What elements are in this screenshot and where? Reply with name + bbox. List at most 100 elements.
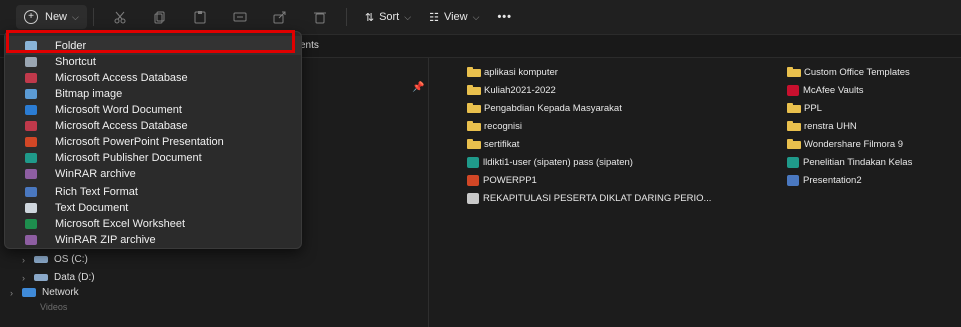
chevron-right-icon: › — [22, 272, 25, 283]
menu-item-label: Microsoft Access Database — [55, 71, 188, 84]
rename-icon[interactable] — [233, 10, 247, 24]
access-icon — [25, 120, 37, 131]
list-item[interactable]: sertifikat — [467, 138, 520, 150]
publisher-icon — [25, 152, 37, 163]
pdf-icon — [467, 193, 479, 204]
list-item[interactable]: McAfee Vaults — [787, 85, 864, 96]
item-label: Penelitian Tindakan Kelas — [803, 157, 913, 168]
list-item[interactable]: Kuliah2021-2022 — [467, 84, 556, 96]
winrar-icon — [25, 168, 37, 179]
menu-item-label: Microsoft Publisher Document — [55, 151, 202, 164]
divider — [345, 8, 347, 26]
menu-item-label: Rich Text Format — [55, 185, 138, 198]
menu-item-label: Microsoft PowerPoint Presentation — [55, 135, 224, 148]
list-item[interactable]: aplikasi komputer — [467, 66, 558, 78]
folder-icon — [787, 102, 801, 113]
item-label: Custom Office Templates — [804, 67, 910, 78]
presentation-icon — [787, 175, 799, 186]
powerpoint-icon — [25, 136, 37, 147]
nav-item-network[interactable]: › Network — [10, 287, 79, 298]
menu-item-label: Microsoft Excel Worksheet — [55, 217, 186, 230]
breadcrumb[interactable]: ents — [300, 40, 319, 51]
menu-item-label: Text Document — [55, 201, 129, 214]
nav-item-label: Network — [42, 287, 79, 298]
menu-item-label: Microsoft Access Database — [55, 119, 188, 132]
folder-icon — [787, 120, 801, 131]
cut-icon[interactable] — [113, 10, 127, 24]
drive-icon — [34, 256, 48, 263]
item-label: lldikti1-user (sipaten) pass (sipaten) — [483, 157, 633, 168]
item-label: sertifikat — [484, 139, 520, 150]
share-icon[interactable] — [273, 10, 287, 24]
nav-item-label: Data (D:) — [54, 272, 95, 283]
menu-item-winrar-archive[interactable]: WinRAR archive — [5, 164, 301, 183]
menu-item-label: Shortcut — [55, 55, 96, 68]
paste-icon[interactable] — [193, 10, 207, 24]
item-label: Presentation2 — [803, 175, 862, 186]
list-item[interactable]: recognisi — [467, 120, 522, 132]
word-icon — [25, 104, 37, 115]
list-item[interactable]: lldikti1-user (sipaten) pass (sipaten) — [467, 157, 633, 168]
list-item[interactable]: Pengabdian Kepada Masyarakat — [467, 102, 622, 114]
publisher-icon — [787, 157, 799, 168]
shortcut-icon — [25, 56, 37, 67]
list-item[interactable]: Presentation2 — [787, 175, 862, 186]
drive-icon — [34, 274, 48, 281]
list-item[interactable]: POWERPP1 — [467, 175, 537, 186]
item-label: renstra UHN — [804, 121, 857, 132]
chevron-right-icon: › — [22, 254, 25, 265]
list-item[interactable]: Wondershare Filmora 9 — [787, 138, 904, 150]
view-button[interactable]: ☷ View ⌵ — [423, 5, 485, 29]
folder-icon — [467, 66, 481, 77]
menu-item-label: WinRAR ZIP archive — [55, 233, 156, 246]
access-icon — [25, 72, 37, 83]
view-label: View — [443, 11, 468, 23]
sort-label: Sort — [379, 11, 400, 23]
menu-item-label: WinRAR archive — [55, 167, 136, 180]
list-item[interactable]: PPL — [787, 102, 822, 114]
nav-item-data-drive[interactable]: › Data (D:) — [22, 272, 95, 283]
chevron-right-icon: › — [10, 287, 13, 298]
text-icon — [25, 202, 37, 213]
item-label: PPL — [804, 103, 822, 114]
item-label: REKAPITULASI PESERTA DIKLAT DARING PERIO… — [483, 193, 712, 204]
chevron-down-icon: ⌵ — [472, 11, 480, 22]
list-item[interactable]: REKAPITULASI PESERTA DIKLAT DARING PERIO… — [467, 193, 711, 204]
network-icon — [22, 288, 36, 297]
sort-button[interactable]: ⇅ Sort ⌵ — [359, 5, 417, 29]
powerpoint-icon — [467, 175, 479, 186]
winrar-zip-icon — [25, 234, 37, 245]
list-item[interactable]: Custom Office Templates — [787, 66, 910, 78]
sort-icon: ⇅ — [364, 11, 375, 24]
menu-item-winrar-zip-archive[interactable]: WinRAR ZIP archive — [5, 230, 301, 248]
nav-item-label: OS (C:) — [54, 254, 88, 265]
chevron-down-icon: ⌵ — [72, 11, 79, 22]
folder-icon — [787, 66, 801, 77]
folder-icon — [467, 120, 481, 131]
list-item[interactable]: renstra UHN — [787, 120, 857, 132]
divider — [92, 8, 94, 26]
mcafee-icon — [787, 85, 799, 96]
nav-item-os-drive[interactable]: › OS (C:) — [22, 254, 88, 265]
folder-icon — [787, 138, 801, 149]
new-label: New — [45, 11, 68, 23]
nav-item-videos[interactable]: Videos — [40, 302, 67, 312]
more-options-button[interactable]: ••• — [491, 5, 518, 29]
list-item[interactable]: Penelitian Tindakan Kelas — [787, 157, 912, 168]
new-menu: Folder Shortcut Microsoft Access Databas… — [4, 31, 302, 249]
highlight-box — [6, 30, 295, 53]
publisher-icon — [467, 157, 479, 168]
view-icon: ☷ — [429, 11, 439, 24]
item-label: POWERPP1 — [483, 175, 537, 186]
copy-icon[interactable] — [153, 10, 167, 24]
delete-icon[interactable] — [313, 10, 327, 24]
item-label: Wondershare Filmora 9 — [804, 139, 904, 150]
file-list: aplikasi komputer Kuliah2021-2022 Pengab… — [429, 58, 961, 327]
item-label: aplikasi komputer — [484, 67, 558, 78]
new-button[interactable]: + New ⌵ — [16, 5, 87, 29]
bitmap-icon — [25, 88, 37, 99]
rtf-icon — [25, 186, 37, 197]
folder-icon — [467, 102, 481, 113]
chevron-down-icon: ⌵ — [404, 11, 412, 22]
item-label: Kuliah2021-2022 — [484, 85, 556, 96]
